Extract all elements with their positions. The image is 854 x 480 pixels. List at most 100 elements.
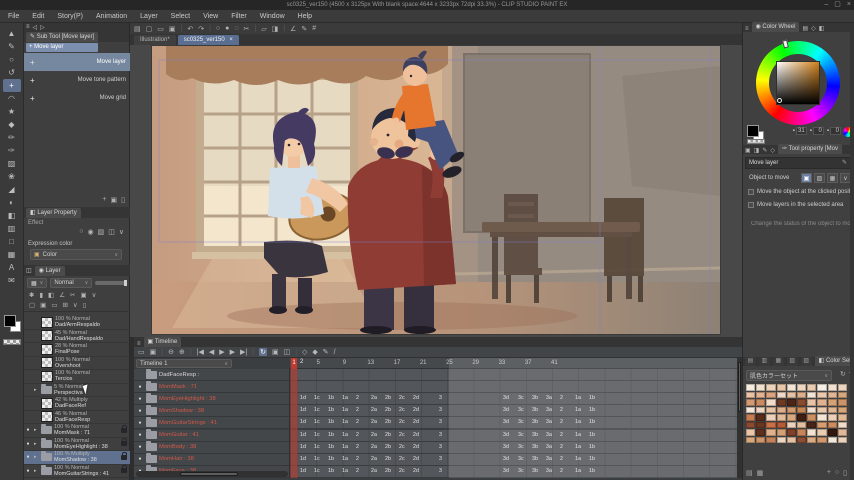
- add-swatch-icon[interactable]: +: [827, 469, 831, 477]
- fill-tool-icon[interactable]: ◧: [3, 209, 21, 222]
- cel-label[interactable]: 1c: [314, 419, 320, 425]
- tab-sub-tool[interactable]: ✎ Sub Tool [Move layer]: [26, 31, 99, 42]
- transparent-swatch[interactable]: [747, 139, 765, 144]
- layer-row[interactable]: 28 % Normal FinalPose: [24, 343, 130, 357]
- cel-label[interactable]: 1b: [589, 456, 595, 462]
- cel-label[interactable]: 3b: [532, 395, 538, 401]
- add-subtool-icon[interactable]: +: [102, 196, 106, 204]
- color-swatch[interactable]: [776, 406, 786, 413]
- cel-label[interactable]: 3: [439, 456, 442, 462]
- tab-swatch-b[interactable]: ▥: [758, 357, 770, 366]
- zoom-in-timeline-icon[interactable]: ⊕: [179, 348, 185, 356]
- cel-label[interactable]: 1a: [575, 444, 581, 450]
- tab-tool-property[interactable]: ✑ Tool property [Mov: [778, 144, 842, 154]
- menu-select[interactable]: Select: [171, 13, 190, 20]
- cel-label[interactable]: 1a: [575, 407, 581, 413]
- cel-label[interactable]: 1a: [342, 407, 348, 413]
- transfer-layer-icon[interactable]: ⊞: [62, 301, 67, 309]
- layer-row[interactable]: ▸ 5 % Normal Perspectiva: [24, 383, 130, 397]
- tab-tool-icon-d[interactable]: ◇: [770, 147, 775, 154]
- color-swatch[interactable]: [766, 421, 776, 428]
- cel-label[interactable]: 3d: [503, 468, 509, 474]
- eye-icon[interactable]: ●: [136, 396, 144, 402]
- cel-label[interactable]: 1b: [328, 468, 334, 474]
- transform-icon[interactable]: ▱: [261, 25, 266, 33]
- register-settings-icon[interactable]: ✎: [842, 158, 847, 169]
- cel-label[interactable]: 1b: [589, 444, 595, 450]
- lock-layer-icon[interactable]: ▮: [39, 291, 43, 299]
- cel-label[interactable]: 2b: [385, 395, 391, 401]
- layer-type-filter[interactable]: ▦ ∨: [27, 278, 48, 288]
- cel-label[interactable]: 3: [439, 419, 442, 425]
- layer-color-icon[interactable]: ▣: [80, 291, 86, 299]
- text-tool-icon[interactable]: A: [3, 261, 21, 274]
- redo-icon[interactable]: ↷: [198, 25, 204, 33]
- color-swatch[interactable]: [766, 384, 776, 391]
- color-swatch[interactable]: [796, 414, 807, 421]
- cel-label[interactable]: 2a: [371, 432, 377, 438]
- track-cel-area[interactable]: 1d 1c 1b 1a 2 2a 2b 2c 2d 3 3d 3c 3b 3a 2 1a 1b: [290, 453, 737, 466]
- eye-icon[interactable]: ●: [136, 420, 144, 426]
- cel-label[interactable]: 1d: [300, 419, 306, 425]
- close-button[interactable]: ×: [847, 0, 851, 10]
- new-vector-layer-icon[interactable]: ▣: [40, 301, 46, 309]
- color-swatch[interactable]: [766, 436, 776, 443]
- cel-label[interactable]: 1c: [314, 407, 320, 413]
- foreground-color-swatch[interactable]: [4, 315, 16, 327]
- color-swatch[interactable]: [776, 421, 786, 428]
- color-wheel[interactable]: [743, 32, 854, 125]
- track-cel-area[interactable]: 1d 1c 1b 1a 2 2a 2b 2c 2d 3 3d 3c 3b 3a 2 1a 1b: [290, 441, 737, 454]
- cel-label[interactable]: 2: [356, 444, 359, 450]
- cel-label[interactable]: 2d: [413, 407, 419, 413]
- cel-label[interactable]: 3c: [518, 432, 524, 438]
- cel-label[interactable]: 2d: [413, 456, 419, 462]
- color-swatch[interactable]: [756, 406, 766, 413]
- color-swatch[interactable]: [776, 391, 786, 398]
- tab-color-set[interactable]: ◧ Color Set: [814, 356, 854, 366]
- cel-label[interactable]: 3b: [532, 432, 538, 438]
- foreground-color-swatch[interactable]: [747, 125, 759, 137]
- track-cel-area[interactable]: 1d 1c 1b 1a 2 2a 2b 2c 2d 3 3d 3c 3b 3a 2 1a 1b: [290, 405, 737, 418]
- cel-label[interactable]: 3: [439, 468, 442, 474]
- cel-label[interactable]: 3a: [546, 432, 552, 438]
- view-grid-icon[interactable]: ▦: [757, 469, 764, 477]
- cel-label[interactable]: 3d: [503, 395, 509, 401]
- save-file-icon[interactable]: ▣: [169, 25, 176, 33]
- color-swatch[interactable]: [807, 384, 817, 391]
- color-swatch[interactable]: [786, 399, 796, 406]
- eye-icon[interactable]: ●: [24, 468, 32, 474]
- layer-row[interactable]: 100 % Normal Overshoot: [24, 357, 130, 370]
- cel-label[interactable]: 1d: [300, 432, 306, 438]
- layer-row[interactable]: 100 % Normal Tercios: [24, 370, 130, 384]
- track-cel-area[interactable]: [290, 369, 737, 382]
- tab-swatch-d[interactable]: ▧: [786, 357, 798, 366]
- color-swatch[interactable]: [817, 414, 827, 421]
- cel-label[interactable]: 1b: [589, 395, 595, 401]
- cel-label[interactable]: 3: [439, 407, 442, 413]
- playhead-frame-label[interactable]: 1: [291, 358, 297, 369]
- cel-label[interactable]: 3a: [546, 407, 552, 413]
- cel-label[interactable]: 2a: [371, 444, 377, 450]
- color-swatch[interactable]: [807, 421, 817, 428]
- cel-label[interactable]: 2: [356, 419, 359, 425]
- brush-tool-icon[interactable]: ✑: [3, 144, 21, 157]
- cel-label[interactable]: 3d: [503, 407, 509, 413]
- cel-label[interactable]: 1c: [314, 395, 320, 401]
- subtool-item-move-grid[interactable]: + Move grid: [24, 89, 130, 107]
- color-swatch[interactable]: [746, 436, 756, 443]
- color-swatch[interactable]: [796, 421, 807, 428]
- color-swatch[interactable]: [766, 429, 776, 436]
- color-swatch[interactable]: [827, 436, 837, 443]
- cel-label[interactable]: 1d: [300, 395, 306, 401]
- enable-keyframes-icon[interactable]: ◇: [302, 348, 307, 356]
- cel-label[interactable]: 1a: [575, 456, 581, 462]
- cel-label[interactable]: 2d: [413, 444, 419, 450]
- cel-label[interactable]: 2b: [385, 419, 391, 425]
- color-swatch[interactable]: [796, 384, 807, 391]
- duplicate-subtool-icon[interactable]: ▣: [111, 196, 118, 204]
- cel-label[interactable]: 1a: [342, 468, 348, 474]
- move-target-layer-button[interactable]: ▣: [801, 173, 812, 183]
- invert-selection-icon[interactable]: ◌: [234, 25, 238, 32]
- cel-label[interactable]: 3b: [532, 407, 538, 413]
- operation-tool-icon[interactable]: ▲: [3, 27, 21, 40]
